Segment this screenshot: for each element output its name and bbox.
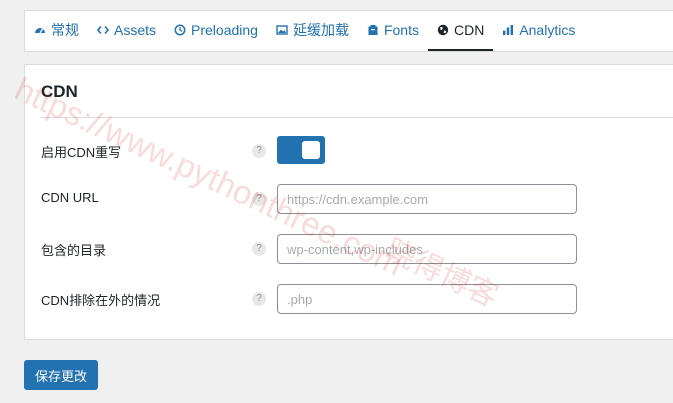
enable-cdn-toggle[interactable] [277,136,325,164]
cdn-exclusions-row: CDN排除在外的情况 ? [41,284,673,314]
tab-label: Assets [114,22,157,38]
enable-cdn-row: 启用CDN重写 ? [41,136,673,166]
save-changes-button[interactable]: 保存更改 [24,360,98,390]
gauge-icon [34,24,46,36]
panel-title: CDN [41,82,78,101]
cdn-url-label: CDN URL [41,190,99,205]
cdn-url-row: CDN URL ? [41,184,673,214]
settings-tab-bar: 常规 Assets Preloading 延缓加载 Fonts CDN Anal… [24,10,673,52]
tab-label: CDN [453,22,485,38]
tab-cdn[interactable]: CDN [427,11,494,51]
bar-chart-icon [502,24,514,36]
tab-label: 常规 [51,22,79,38]
cdn-exclusions-input[interactable] [277,284,577,314]
cdn-url-input[interactable] [277,184,577,214]
clock-icon [174,24,186,36]
globe-icon [437,24,449,36]
help-icon[interactable]: ? [252,192,266,206]
tab-label: Preloading [191,22,258,38]
enable-cdn-label: 启用CDN重写 [41,145,122,160]
tab-general[interactable]: 常规 [25,11,88,51]
tab-assets[interactable]: Assets [88,11,165,51]
help-icon[interactable]: ? [252,292,266,306]
tab-analytics[interactable]: Analytics [493,11,584,51]
tab-preloading[interactable]: Preloading [165,11,267,51]
image-icon [276,24,288,36]
title-divider [41,117,673,118]
included-directories-label: 包含的目录 [41,243,107,258]
font-icon [367,24,379,36]
help-icon[interactable]: ? [252,242,266,256]
tab-lazy-load[interactable]: 延缓加载 [267,11,358,51]
tab-label: 延缓加载 [292,22,349,38]
tab-label: Fonts [383,22,419,38]
included-directories-row: 包含的目录 ? [41,234,673,264]
cdn-settings-panel: CDN 启用CDN重写 ? CDN URL ? 包含的目录 ? CDN排除在外的… [24,64,673,340]
toggle-knob [302,141,320,159]
tab-fonts[interactable]: Fonts [358,11,428,51]
cdn-exclusions-label: CDN排除在外的情况 [41,293,161,308]
help-icon[interactable]: ? [252,144,266,158]
included-directories-input[interactable] [277,234,577,264]
tab-label: Analytics [519,22,576,38]
code-icon [97,24,109,36]
